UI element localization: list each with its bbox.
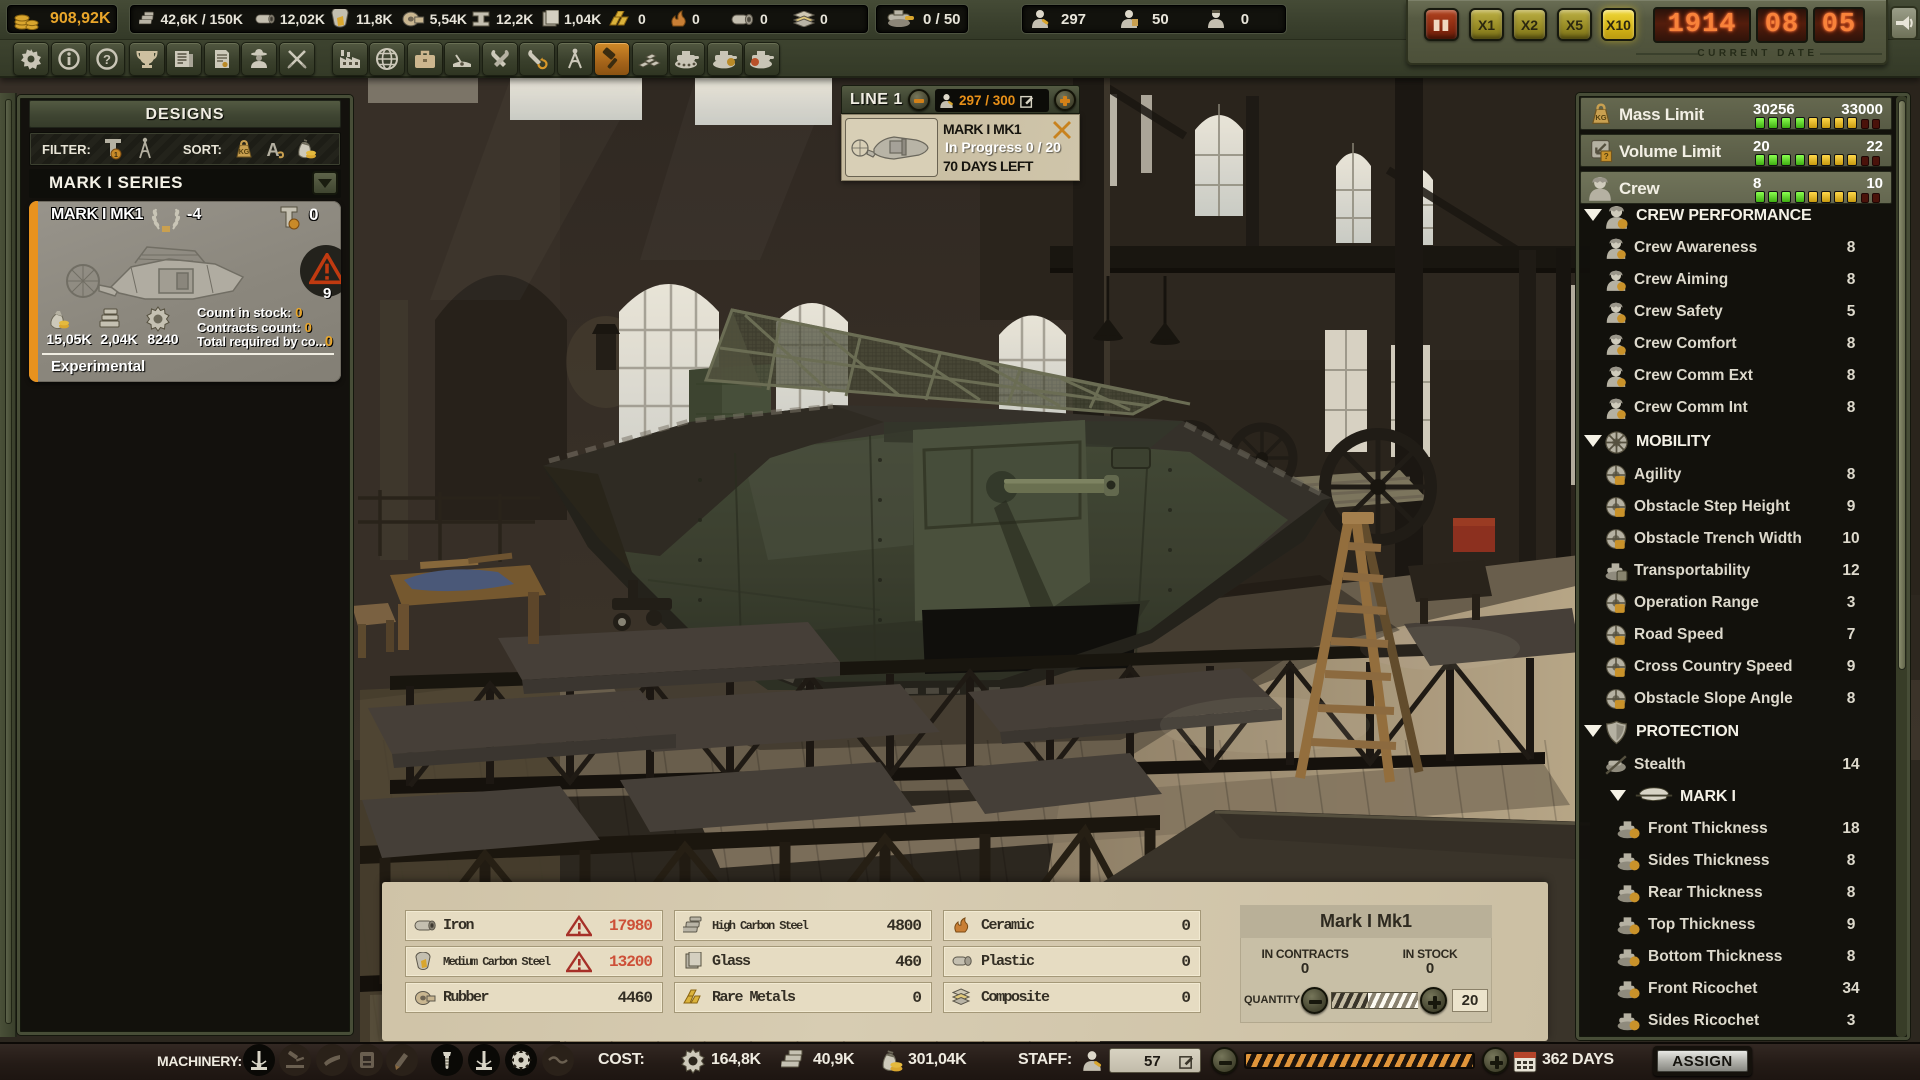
svg-text:KG: KG (239, 149, 250, 156)
svg-text:KG: KG (1595, 113, 1606, 122)
svg-text:1: 1 (114, 152, 118, 159)
svg-text:A: A (266, 140, 279, 160)
svg-text:?: ? (1604, 152, 1609, 161)
svg-text:?: ? (103, 52, 111, 67)
